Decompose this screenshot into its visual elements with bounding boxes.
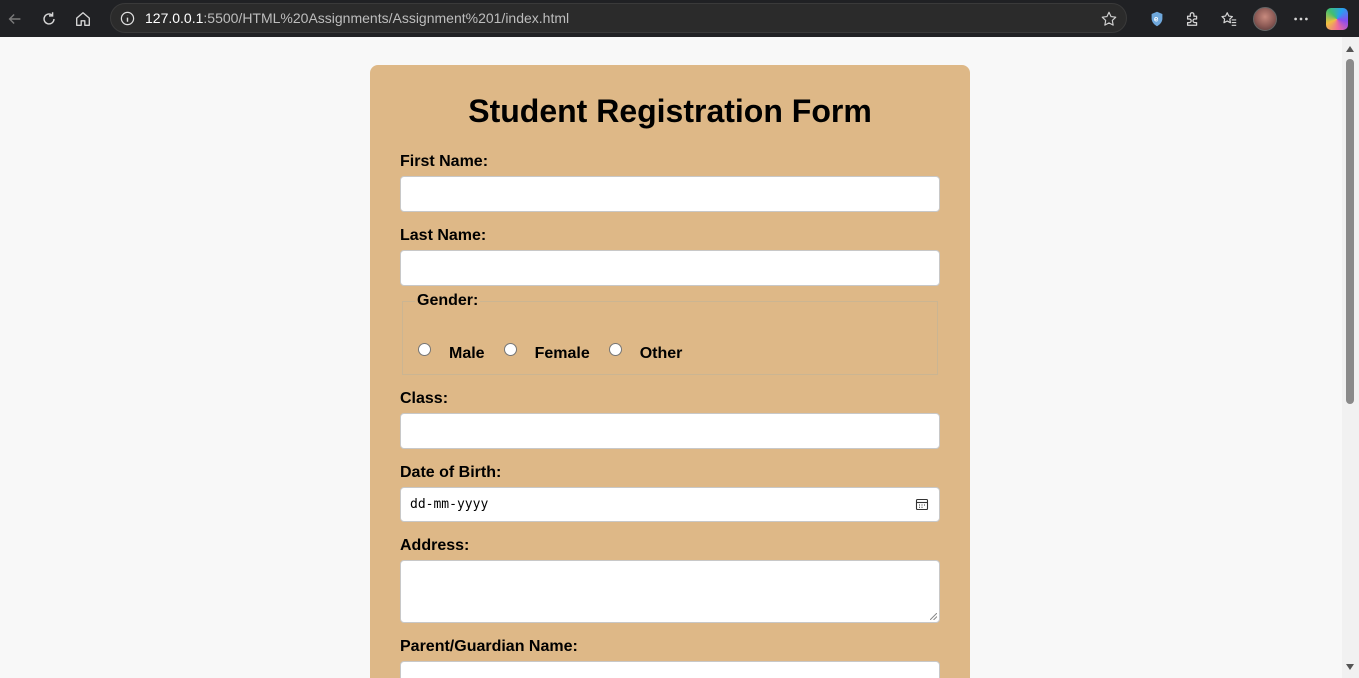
parent-input[interactable] bbox=[400, 661, 940, 678]
class-input[interactable] bbox=[400, 413, 940, 449]
last-name-group: Last Name: bbox=[400, 227, 940, 286]
back-arrow-icon bbox=[8, 13, 21, 24]
extensions-button[interactable] bbox=[1175, 2, 1211, 36]
parent-label: Parent/Guardian Name: bbox=[400, 638, 578, 655]
home-icon bbox=[76, 11, 90, 26]
dob-placeholder: dd-mm-yyyy bbox=[410, 497, 489, 512]
first-name-group: First Name: bbox=[400, 153, 940, 212]
vertical-scrollbar[interactable] bbox=[1342, 37, 1359, 678]
last-name-input[interactable] bbox=[400, 250, 940, 286]
url-path: :5500/HTML%20Assignments/Assignment%201/… bbox=[203, 10, 570, 26]
form-title: Student Registration Form bbox=[468, 93, 872, 129]
first-name-label: First Name: bbox=[400, 153, 489, 170]
copilot-icon bbox=[1326, 7, 1348, 30]
home-button[interactable] bbox=[66, 2, 100, 36]
calendar-icon[interactable] bbox=[915, 497, 929, 511]
site-info-icon[interactable] bbox=[119, 10, 135, 26]
dob-group: Date of Birth: dd-mm-yyyy bbox=[400, 464, 940, 522]
dob-label: Date of Birth: bbox=[400, 464, 502, 481]
copilot-button[interactable] bbox=[1319, 2, 1355, 36]
extension-shield-icon: e bbox=[1151, 11, 1163, 26]
scroll-up-arrow-icon[interactable] bbox=[1346, 46, 1354, 52]
gender-male-radio[interactable] bbox=[418, 342, 431, 356]
gender-fieldset: Gender: Male Female Other bbox=[402, 292, 938, 375]
browser-toolbar: 127.0.0.1:5500/HTML%20Assignments/Assign… bbox=[0, 0, 1359, 37]
svg-text:e: e bbox=[1154, 14, 1159, 23]
profile-button[interactable] bbox=[1247, 2, 1283, 36]
favorites-list-icon bbox=[1221, 11, 1237, 26]
dob-input[interactable]: dd-mm-yyyy bbox=[400, 487, 940, 522]
first-name-input[interactable] bbox=[400, 176, 940, 212]
browser-right-tools: e bbox=[1139, 0, 1359, 37]
scroll-thumb[interactable] bbox=[1346, 59, 1354, 404]
reload-button[interactable] bbox=[32, 2, 66, 36]
favorites-button[interactable] bbox=[1211, 2, 1247, 36]
parent-group: Parent/Guardian Name: bbox=[400, 638, 940, 678]
gender-male-label[interactable]: Male bbox=[449, 345, 485, 363]
registration-form: Student Registration Form First Name: La… bbox=[370, 65, 970, 678]
address-bar[interactable]: 127.0.0.1:5500/HTML%20Assignments/Assign… bbox=[110, 3, 1127, 33]
gender-female-label[interactable]: Female bbox=[535, 345, 590, 363]
page-viewport: Student Registration Form First Name: La… bbox=[0, 37, 1342, 678]
class-label: Class: bbox=[400, 390, 449, 407]
gender-options: Male Female Other bbox=[418, 340, 701, 362]
favorite-star-icon[interactable] bbox=[1100, 10, 1118, 28]
scroll-down-arrow-icon[interactable] bbox=[1346, 664, 1354, 670]
back-button[interactable] bbox=[0, 2, 32, 36]
class-group: Class: bbox=[400, 390, 940, 449]
url-host: 127.0.0.1 bbox=[145, 10, 204, 26]
address-group: Address: bbox=[400, 537, 940, 623]
gender-other-radio[interactable] bbox=[608, 342, 622, 356]
puzzle-icon bbox=[1186, 11, 1198, 26]
avatar bbox=[1253, 6, 1277, 31]
gender-other-label[interactable]: Other bbox=[640, 345, 683, 363]
gender-legend: Gender: bbox=[415, 292, 481, 310]
more-menu-button[interactable] bbox=[1283, 2, 1319, 36]
resize-grip-icon[interactable] bbox=[930, 613, 937, 620]
address-textarea[interactable] bbox=[400, 560, 940, 623]
reload-icon bbox=[43, 11, 55, 25]
extension-e-button[interactable]: e bbox=[1139, 2, 1175, 36]
more-dots-icon bbox=[1294, 17, 1308, 20]
address-label: Address: bbox=[400, 537, 470, 554]
last-name-label: Last Name: bbox=[400, 227, 487, 244]
gender-female-radio[interactable] bbox=[503, 342, 517, 356]
